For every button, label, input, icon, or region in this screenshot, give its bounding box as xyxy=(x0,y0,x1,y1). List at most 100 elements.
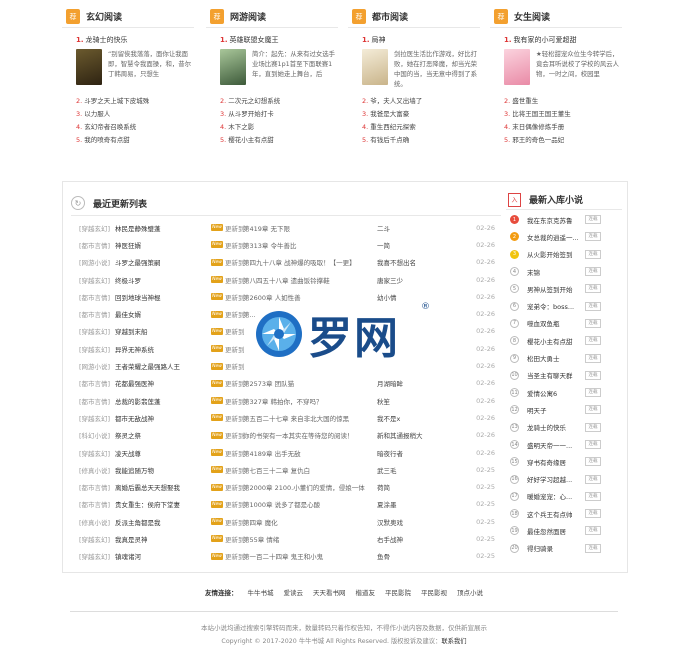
chapter-link[interactable]: 第五百二十七章 来自非北大国的惊黑 xyxy=(243,413,377,423)
chapter-link[interactable]: 第2573章 团队猫 xyxy=(243,378,377,388)
chapter-link[interactable]: 第一百二十四章 鬼王和小鬼 xyxy=(243,551,377,561)
book-title-link[interactable]: 王者荣耀之最强路人王 xyxy=(115,361,211,371)
book-title-link[interactable]: 穿越到末船 xyxy=(115,326,211,336)
category-label[interactable]: [都市言情] xyxy=(79,292,115,302)
list-item[interactable]: 16 好好学习超越... 连载 xyxy=(506,470,622,487)
list-item[interactable]: 5 男神从签到开始 连载 xyxy=(506,280,622,297)
book-title-link[interactable]: 终极斗罗 xyxy=(115,275,211,285)
book-title-link[interactable]: 总裁的影翡莲蓬 xyxy=(115,396,211,406)
book-title-link[interactable]: 花都最强医神 xyxy=(115,378,211,388)
book-cover[interactable] xyxy=(220,49,246,85)
genre-title[interactable]: 女生阅读 xyxy=(514,10,550,23)
book-title-link[interactable]: 暖婚宠宠：心... xyxy=(527,491,581,501)
table-row[interactable]: [穿越玄幻] 我真是灵神 New 更新到 第55章 情绪 右手战神 02-25 xyxy=(79,530,499,547)
list-item[interactable]: 20 得归骑录 连载 xyxy=(506,540,622,557)
book-title-link[interactable]: 女总裁的逍遥一... xyxy=(527,232,581,242)
book-title-link[interactable]: 回到地球当神棍 xyxy=(115,292,211,302)
category-label[interactable]: [网游小说] xyxy=(79,257,115,267)
table-row[interactable]: [都市言情] 贵女重生：侯府下堂妻 New 更新到 第1000章 说多了都是心酸 夏涂墨 0… xyxy=(79,496,499,513)
genre-title[interactable]: 玄幻阅读 xyxy=(86,10,122,23)
list-item[interactable]: 18 这个兵王有点帅 连载 xyxy=(506,505,622,522)
chapter-link[interactable]: 第四章 魔化 xyxy=(243,517,377,527)
genre-top-book[interactable]: 1. 我有家的小可爱超甜 xyxy=(490,35,622,45)
book-title-link[interactable]: 我真是灵神 xyxy=(115,534,211,544)
list-item[interactable]: 3. 我爸是大富豪 xyxy=(362,108,480,121)
book-title-link[interactable]: 好好学习超越... xyxy=(527,474,581,484)
list-item[interactable]: 7 噬血双鱼瓶 连载 xyxy=(506,315,622,332)
book-title-link[interactable]: 反派主角都是我 xyxy=(115,517,211,527)
category-label[interactable]: [都市言情] xyxy=(79,396,115,406)
book-title-link[interactable]: 祭灵之祭 xyxy=(115,430,211,440)
book-title-link[interactable]: 镇魂诸河 xyxy=(115,551,211,561)
chapter-link[interactable]: 第2000章 2100.小董们的爱情，侵娘一体 xyxy=(243,482,377,492)
list-item[interactable]: 5. 我的喷奇有点甜 xyxy=(76,134,194,147)
chapter-link[interactable]: 第四九十八章 战神爆的吸取！【一更】 xyxy=(243,257,377,267)
book-title-link[interactable]: 最佳忽然面居 xyxy=(527,526,581,536)
category-label[interactable]: [都市言情] xyxy=(79,499,115,509)
category-label[interactable]: [修真小说] xyxy=(79,517,115,527)
genre-top-book[interactable]: 1. 龙骑士的快乐 xyxy=(62,35,194,45)
list-item[interactable]: 4. 木下之影 xyxy=(220,121,338,134)
list-item[interactable]: 15 穿书有奇缘居 连载 xyxy=(506,453,622,470)
genre-title[interactable]: 网游阅读 xyxy=(230,10,266,23)
list-item[interactable]: 19 最佳忽然面居 连载 xyxy=(506,522,622,539)
category-label[interactable]: [网游小说] xyxy=(79,361,115,371)
table-row[interactable]: [修真小说] 反派主角都是我 New 更新到 第四章 魔化 汉默奥戏 02-25 xyxy=(79,513,499,530)
genre-top-book[interactable]: 1. 英雄联盟女魔王 xyxy=(206,35,338,45)
category-label[interactable]: [穿越玄幻] xyxy=(79,551,115,561)
book-title-link[interactable]: 从火影开始签到 xyxy=(527,249,581,259)
friend-link[interactable]: 平民影视 xyxy=(421,587,447,597)
category-label[interactable]: [都市言情] xyxy=(79,482,115,492)
table-row[interactable]: [都市言情] 神医狂婿 New 更新到 第313章 令牛善比 一简 02-26 xyxy=(79,236,499,253)
chapter-link[interactable]: 你的书架有一本其实在等待您的阅读！ xyxy=(243,430,377,440)
category-label[interactable]: [都市言情] xyxy=(79,309,115,319)
chapter-link[interactable]: 第1000章 说多了都是心酸 xyxy=(243,499,377,509)
chapter-link[interactable]: 第419章 无下限 xyxy=(243,223,377,233)
book-title-link[interactable]: 得归骑录 xyxy=(527,543,581,553)
category-label[interactable]: [穿越玄幻] xyxy=(79,275,115,285)
chapter-link[interactable]: 第327章 韩拍你，不穿吗？ xyxy=(243,396,377,406)
list-item[interactable]: 2. 斗罗之天上城下皮城殊 xyxy=(76,95,194,108)
list-item[interactable]: 1 我在东京克苏鲁 连载 xyxy=(506,211,622,228)
list-item[interactable]: 3. 从斗罗开始打卡 xyxy=(220,108,338,121)
friend-link[interactable]: 平民影院 xyxy=(385,587,411,597)
list-item[interactable]: 9 松田大勇士 连载 xyxy=(506,349,622,366)
list-item[interactable]: 2. 爷，夫人又出墙了 xyxy=(362,95,480,108)
list-item[interactable]: 2. 盛世重生 xyxy=(504,95,622,108)
list-item[interactable]: 5. 樱花小主有点甜 xyxy=(220,134,338,147)
book-cover[interactable] xyxy=(504,49,530,85)
list-item[interactable]: 4. 末日偶像修炼手册 xyxy=(504,121,622,134)
category-label[interactable]: [穿越玄幻] xyxy=(79,344,115,354)
list-item[interactable]: 10 当圣主有聊天群 连载 xyxy=(506,367,622,384)
list-item[interactable]: 13 龙骑士的快乐 连载 xyxy=(506,419,622,436)
list-item[interactable]: 2 女总裁的逍遥一... 连载 xyxy=(506,228,622,245)
chapter-link[interactable]: 第55章 情绪 xyxy=(243,534,377,544)
category-label[interactable]: [修真小说] xyxy=(79,465,115,475)
genre-title[interactable]: 都市阅读 xyxy=(372,10,408,23)
category-label[interactable]: [科幻小说] xyxy=(79,430,115,440)
chapter-link[interactable]: 第313章 令牛善比 xyxy=(243,240,377,250)
table-row[interactable]: [都市言情] 花都最强医神 New 更新到 第2573章 团队猫 月湖暗眸 02-26 xyxy=(79,375,499,392)
category-label[interactable]: [穿越玄幻] xyxy=(79,326,115,336)
chapter-link[interactable]: 第八四五十八章 遗曲饭铃撑鞋 xyxy=(243,275,377,285)
chapter-link[interactable]: 第4189章 出手无敌 xyxy=(243,448,377,458)
table-row[interactable]: [穿越玄幻] 都市无敌战神 New 更新到 第五百二十七章 来自非北大国的惊黑 我不是x 0… xyxy=(79,409,499,426)
table-row[interactable]: [穿越玄幻] 终极斗罗 New 更新到 第八四五十八章 遗曲饭铃撑鞋 唐家三少 02-26 xyxy=(79,271,499,288)
genre-top-book[interactable]: 1. 局神 xyxy=(348,35,480,45)
book-title-link[interactable]: 当圣主有聊天群 xyxy=(527,370,581,380)
book-title-link[interactable]: 都市无敌战神 xyxy=(115,413,211,423)
book-title-link[interactable]: 我在东京克苏鲁 xyxy=(527,215,581,225)
table-row[interactable]: [穿越玄幻] 凌天战尊 New 更新到 第4189章 出手无敌 暗夜行者 02-26 xyxy=(79,444,499,461)
list-item[interactable]: 3. 以力服人 xyxy=(76,108,194,121)
list-item[interactable]: 5. 有钱后千点确 xyxy=(362,134,480,147)
book-cover[interactable] xyxy=(76,49,102,85)
friend-link[interactable]: 牛牛书城 xyxy=(248,587,274,597)
list-item[interactable]: 2. 二次元之幻想系统 xyxy=(220,95,338,108)
category-label[interactable]: [穿越玄幻] xyxy=(79,448,115,458)
table-row[interactable]: [网游小说] 斗罗之最强策嗣 New 更新到 第四九十八章 战神爆的吸取！【一更】 我喜不… xyxy=(79,254,499,271)
book-title-link[interactable]: 松田大勇士 xyxy=(527,353,581,363)
book-title-link[interactable]: 我能追随万物 xyxy=(115,465,211,475)
list-item[interactable]: 17 暖婚宠宠：心... 连载 xyxy=(506,488,622,505)
book-title-link[interactable]: 林民是静殊璧蓬 xyxy=(115,223,211,233)
book-title-link[interactable]: 龙骑士的快乐 xyxy=(527,422,581,432)
